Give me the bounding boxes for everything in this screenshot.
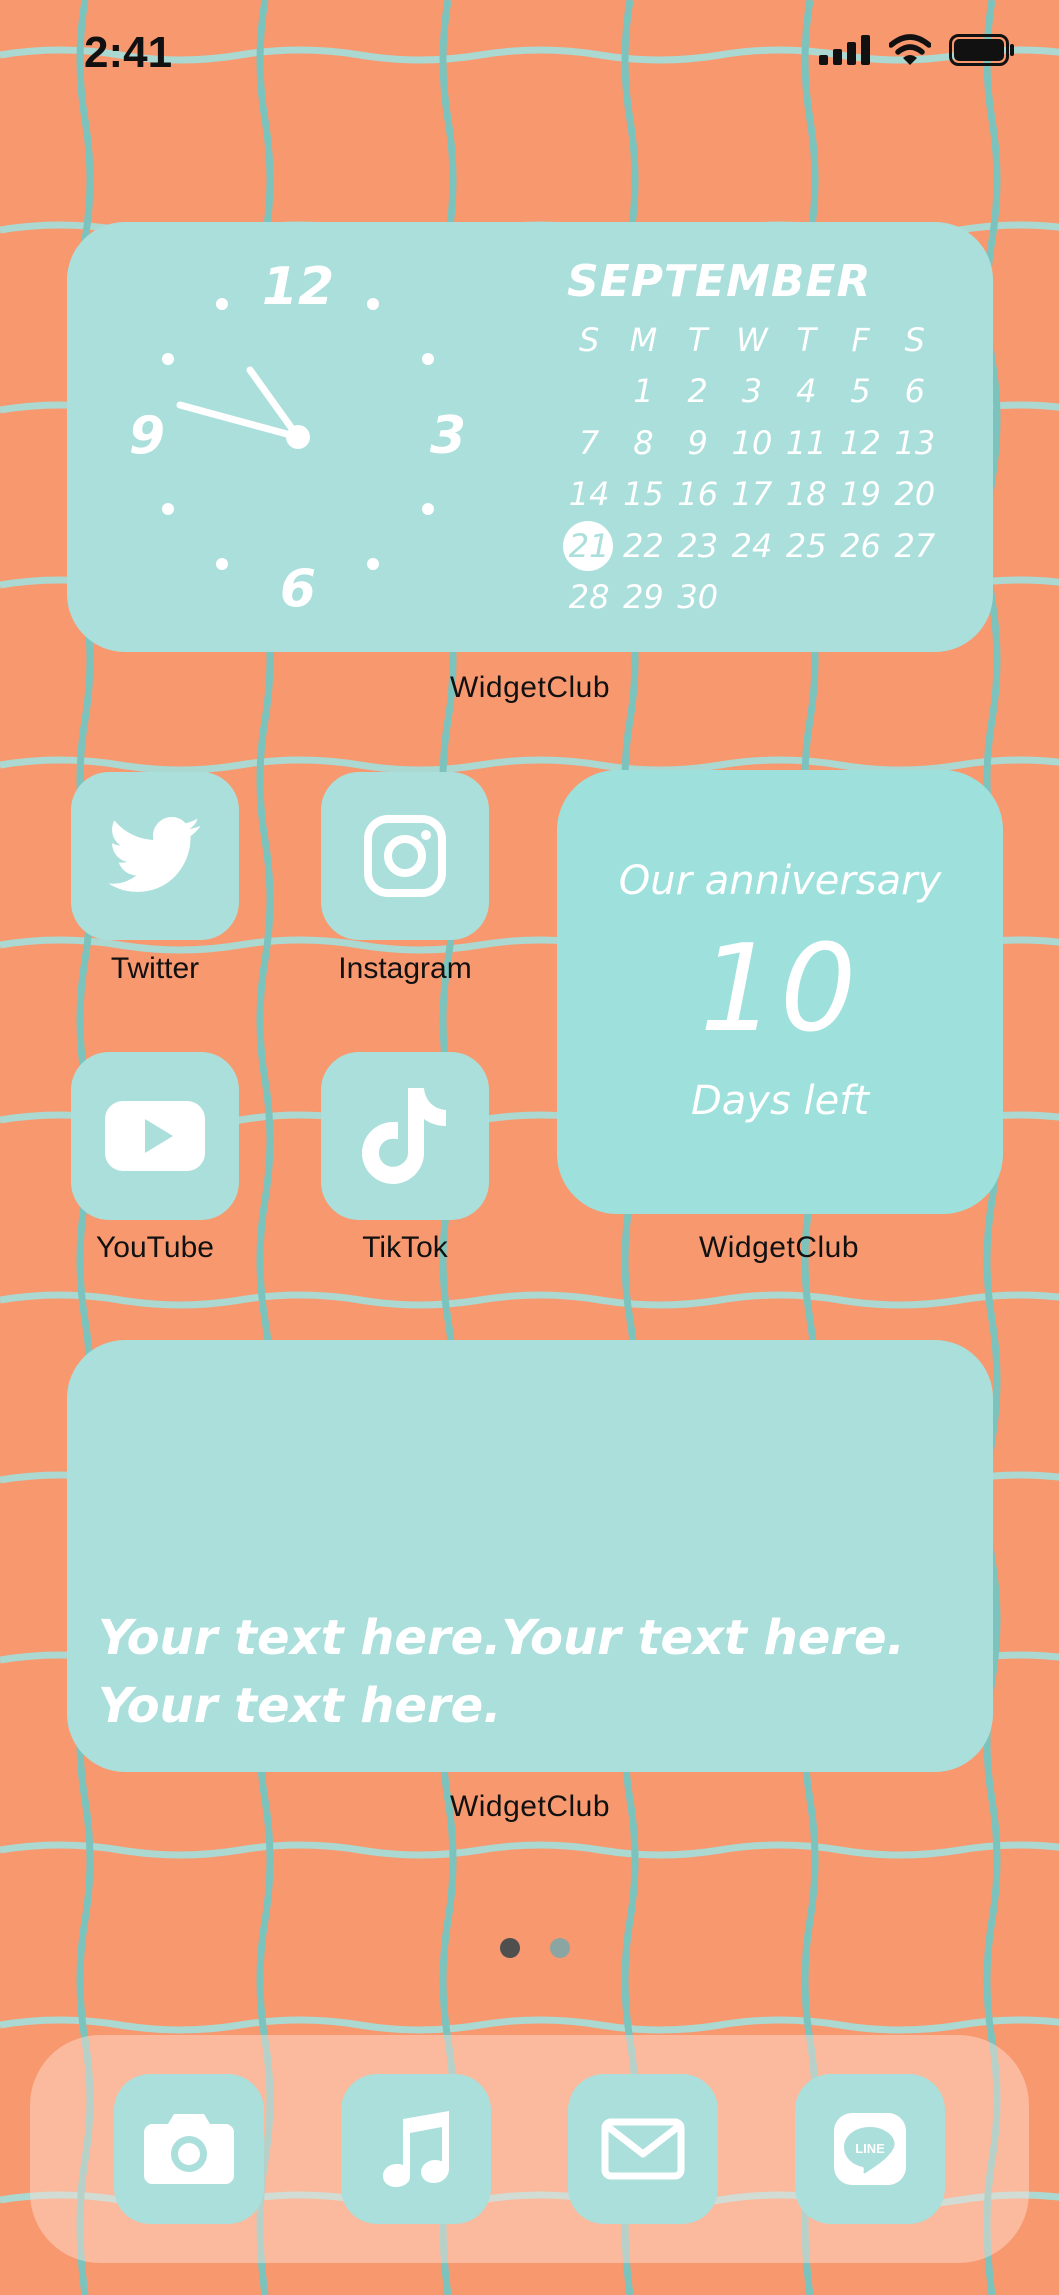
calendar-day: 9 <box>687 423 708 462</box>
clock-numeral-3: 3 <box>430 406 466 466</box>
app-instagram[interactable] <box>321 772 489 940</box>
calendar-day: 14 <box>568 475 610 514</box>
battery-icon <box>949 34 1014 66</box>
calendar-day: 1 <box>633 372 654 411</box>
calendar-day: 5 <box>850 372 871 411</box>
widget-label: WidgetClub <box>698 1231 860 1264</box>
calendar-day: 28 <box>568 578 610 617</box>
calendar-day: 27 <box>894 526 936 565</box>
calendar-day: 26 <box>840 526 881 565</box>
wifi-icon <box>889 34 931 65</box>
calendar-day: 17 <box>731 475 773 514</box>
page-dot-active[interactable] <box>500 1938 520 1958</box>
calendar-day: 23 <box>677 526 719 565</box>
status-time: 2:41 <box>84 28 173 77</box>
line-chat-icon: LINE <box>834 2113 906 2185</box>
calendar-week-row: 14 15 16 17 18 19 20 <box>562 469 942 521</box>
calendar-day: 2 <box>687 372 708 411</box>
dock-app-music[interactable] <box>341 2074 491 2224</box>
calendar-grid: S M T W T F S 1 2 3 4 5 6 7 8 9 10 11 12 13 14 15 16 17 1… <box>562 314 942 623</box>
calendar-day: 29 <box>623 578 664 617</box>
calendar-month: SEPTEMBER <box>567 256 872 307</box>
app-label: Instagram <box>338 952 472 985</box>
app-label: YouTube <box>96 1231 214 1264</box>
weekday-label: M <box>629 320 658 359</box>
calendar-week-row: 28 29 30 <box>562 572 942 624</box>
calendar-day: 19 <box>840 475 881 514</box>
app-tiktok[interactable] <box>321 1052 489 1220</box>
widget-label: WidgetClub <box>449 671 611 704</box>
page-dot[interactable] <box>550 1938 570 1958</box>
weekday-label: T <box>796 320 817 359</box>
clock-numeral-12: 12 <box>262 257 334 317</box>
widget-label: WidgetClub <box>449 1790 611 1823</box>
weekday-label: S <box>904 320 925 359</box>
calendar-day: 10 <box>731 423 773 462</box>
calendar-day: 11 <box>785 423 827 462</box>
calendar-day: 7 <box>578 423 600 462</box>
anniversary-count: 10 <box>699 920 861 1059</box>
calendar-day: 25 <box>785 526 827 565</box>
svg-text:LINE: LINE <box>855 2141 885 2156</box>
music-note-icon <box>383 2111 449 2187</box>
status-icons <box>819 34 1015 66</box>
tiktok-note-icon <box>362 1088 446 1184</box>
app-youtube[interactable] <box>71 1052 239 1220</box>
calendar-day: 15 <box>623 475 664 514</box>
youtube-play-icon <box>105 1101 205 1171</box>
calendar-day: 3 <box>741 372 763 411</box>
calendar-weekday-row: S M T W T F S <box>562 314 942 366</box>
instagram-icon <box>364 815 446 897</box>
weekday-label: F <box>851 320 870 359</box>
weekday-label: S <box>578 320 600 359</box>
calendar-weeks: 1 2 3 4 5 6 7 8 9 10 11 12 13 14 15 16 17 18 19 20 21 22 23 24 2… <box>562 366 942 624</box>
clock-numeral-9: 9 <box>129 406 165 466</box>
calendar-day: 30 <box>677 578 719 617</box>
text-widget-body: Your text here.Your text here. Your text… <box>98 1610 905 1734</box>
calendar-week-row: 7 8 9 10 11 12 13 <box>562 417 942 469</box>
weekday-label: W <box>736 320 768 359</box>
analog-clock: 12 3 6 9 <box>129 257 466 619</box>
cellular-signal-icon <box>819 35 870 65</box>
calendar-day: 16 <box>677 475 719 514</box>
calendar-day: 4 <box>796 372 817 411</box>
anniversary-subtitle: Days left <box>690 1078 870 1124</box>
weekday-label: T <box>687 320 708 359</box>
twitter-bird-icon <box>108 817 201 892</box>
calendar-week-row: 123456 <box>562 366 942 418</box>
app-label: TikTok <box>362 1231 448 1264</box>
dock-app-camera[interactable] <box>114 2074 264 2224</box>
camera-icon <box>144 2114 234 2184</box>
dock-app-mail[interactable] <box>568 2074 718 2224</box>
calendar-day: 8 <box>633 423 654 462</box>
calendar-day: 20 <box>894 475 936 514</box>
calendar-day: 18 <box>785 475 827 514</box>
app-label: Twitter <box>110 952 200 985</box>
calendar-day: 13 <box>894 423 936 462</box>
calendar-day: 12 <box>840 423 881 462</box>
anniversary-title: Our anniversary <box>618 858 942 904</box>
clock-numeral-6: 6 <box>280 559 316 619</box>
calendar-day-today: 21 <box>562 527 616 565</box>
app-twitter[interactable] <box>71 772 239 940</box>
mail-icon <box>601 2118 685 2180</box>
calendar-day: 6 <box>904 372 925 411</box>
calendar-day: 24 <box>731 526 773 565</box>
calendar-week-row: 21 22 23 24 25 26 27 <box>562 520 942 572</box>
calendar-day: 22 <box>623 526 664 565</box>
dock-app-line[interactable]: LINE <box>795 2074 945 2224</box>
